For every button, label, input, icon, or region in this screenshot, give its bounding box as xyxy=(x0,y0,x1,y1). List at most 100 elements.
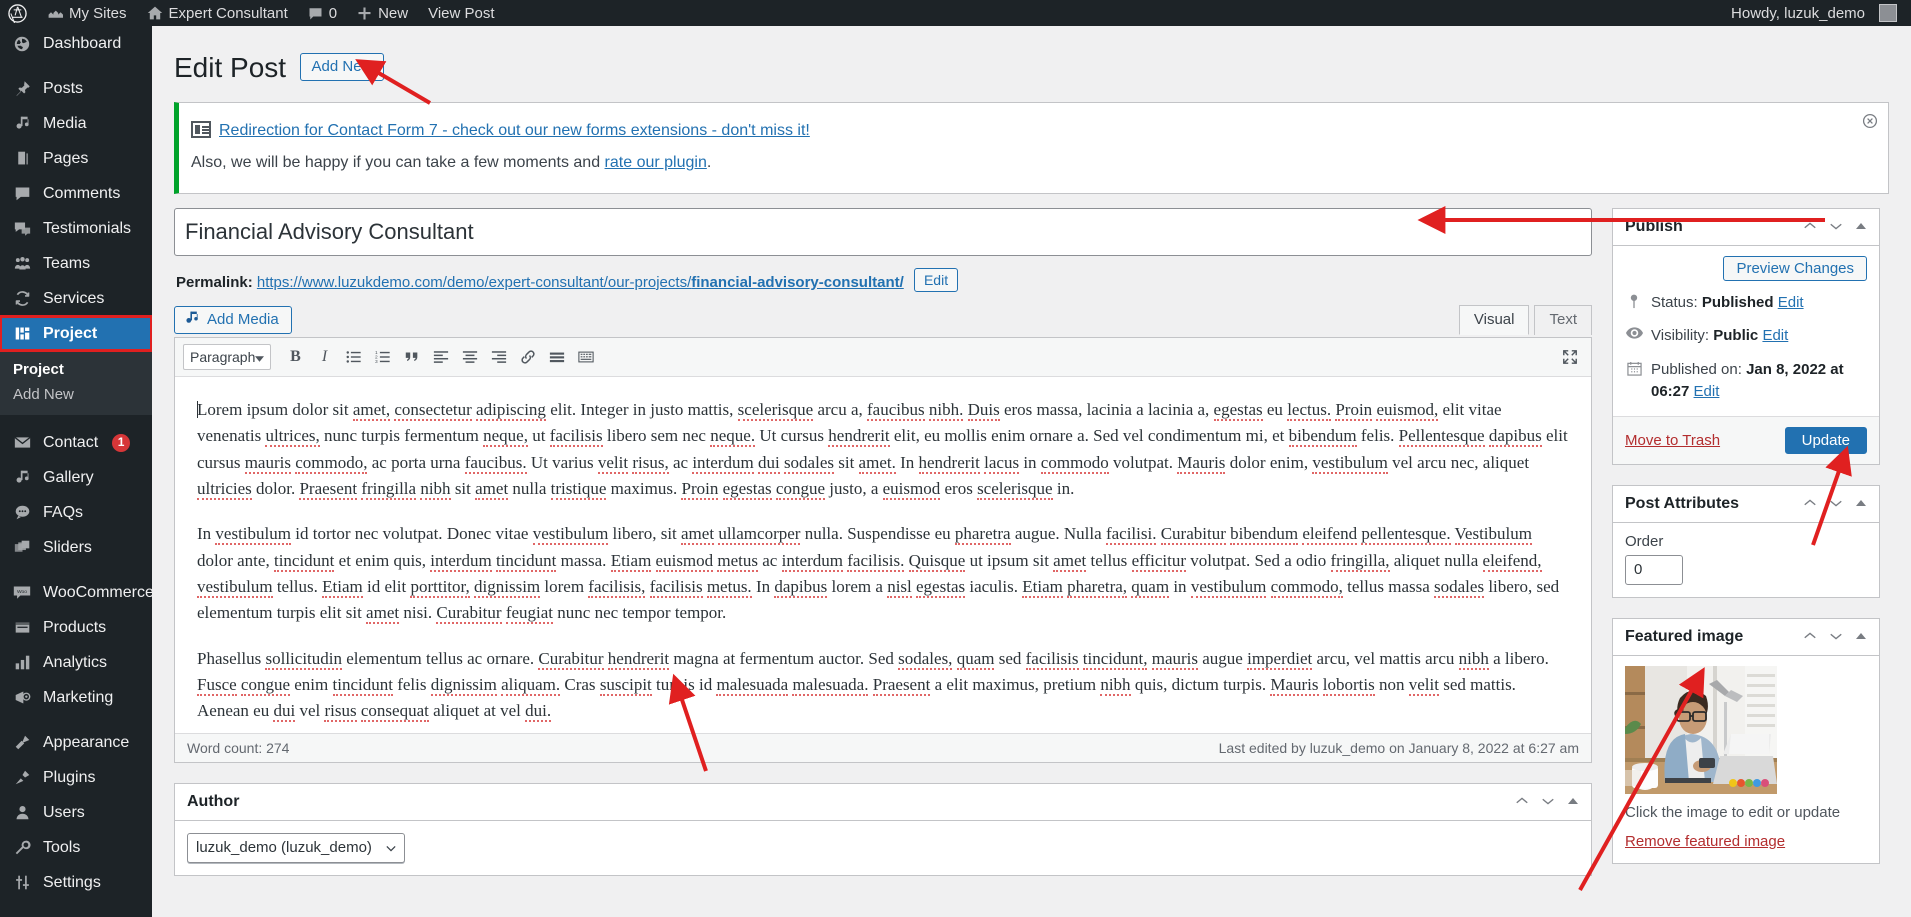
post-title-input[interactable] xyxy=(174,207,1592,256)
edit-permalink-button[interactable]: Edit xyxy=(913,267,959,292)
author-select-value: luzuk_demo (luzuk_demo) xyxy=(196,839,372,857)
sidebar-item-testimonials[interactable]: Testimonials xyxy=(0,211,152,246)
toolbar-toggle-icon[interactable] xyxy=(572,344,599,370)
toggle-panel-icon[interactable] xyxy=(1855,220,1867,234)
update-button[interactable]: Update xyxy=(1784,426,1867,454)
notice-link-extensions[interactable]: Redirection for Contact Form 7 - check o… xyxy=(219,122,810,139)
bold-icon[interactable]: B xyxy=(282,344,309,370)
publish-panel-header[interactable]: Publish xyxy=(1613,209,1879,246)
move-down-icon[interactable] xyxy=(1541,794,1555,810)
admin-bar-my-account[interactable]: Howdy, luzuk_demo xyxy=(1721,0,1907,26)
submenu-item-add-new[interactable]: Add New xyxy=(0,382,152,407)
admin-bar-item-view-post[interactable]: View Post xyxy=(418,0,504,26)
sidebar-item-marketing[interactable]: Marketing xyxy=(0,680,152,715)
preview-changes-button[interactable]: Preview Changes xyxy=(1723,255,1867,281)
move-to-trash-link[interactable]: Move to Trash xyxy=(1625,432,1720,449)
author-metabox-header[interactable]: Author xyxy=(175,784,1591,821)
pin-icon xyxy=(11,79,33,99)
toggle-panel-icon[interactable] xyxy=(1855,497,1867,511)
sidebar-item-sliders[interactable]: Sliders xyxy=(0,530,152,565)
add-new-button[interactable]: Add New xyxy=(299,53,385,81)
toggle-panel-icon[interactable] xyxy=(1855,630,1867,644)
blockquote-icon[interactable] xyxy=(398,344,425,370)
misspelled-word: dignissim xyxy=(474,577,541,599)
sidebar-item-settings[interactable]: Settings xyxy=(0,865,152,900)
published-label: Published on: xyxy=(1651,360,1742,378)
sidebar-item-posts[interactable]: Posts xyxy=(0,71,152,106)
sidebar-item-gallery[interactable]: Gallery xyxy=(0,460,152,495)
numbered-list-icon[interactable]: 123 xyxy=(369,344,396,370)
sidebar-item-pages[interactable]: Pages xyxy=(0,141,152,176)
remove-featured-image-link[interactable]: Remove featured image xyxy=(1625,833,1785,850)
tab-visual[interactable]: Visual xyxy=(1458,304,1530,335)
misspelled-word: ultrices, xyxy=(265,426,320,448)
misspelled-word: metus. xyxy=(706,577,752,599)
post-attributes-header[interactable]: Post Attributes xyxy=(1613,486,1879,523)
services-icon xyxy=(11,289,33,309)
my-sites-icon xyxy=(47,5,63,21)
sidebar-item-products[interactable]: Products xyxy=(0,610,152,645)
submenu-item-project[interactable]: Project xyxy=(0,357,152,382)
dismiss-notice-button[interactable] xyxy=(1858,109,1882,133)
tab-text[interactable]: Text xyxy=(1534,304,1592,335)
page-title: Edit Post xyxy=(174,52,287,83)
wordpress-logo-button[interactable] xyxy=(0,0,37,26)
author-select[interactable]: luzuk_demo (luzuk_demo) xyxy=(187,832,405,863)
misspelled-word: vestibulum xyxy=(1312,452,1388,474)
align-left-icon[interactable] xyxy=(427,344,454,370)
move-down-icon[interactable] xyxy=(1829,496,1843,512)
admin-bar-item-site-name[interactable]: Expert Consultant xyxy=(137,0,298,26)
sidebar-item-users[interactable]: Users xyxy=(0,795,152,830)
misspelled-word: amet xyxy=(366,603,400,625)
admin-bar-item-my-sites[interactable]: My Sites xyxy=(37,0,137,26)
sidebar-item-plugin-cart-bar[interactable]: Plugin Cart Bar xyxy=(0,910,152,917)
move-up-icon[interactable] xyxy=(1803,219,1817,235)
sidebar-item-media[interactable]: Media xyxy=(0,106,152,141)
move-down-icon[interactable] xyxy=(1829,219,1843,235)
misspelled-word: adipiscing xyxy=(476,399,546,421)
edit-visibility-link[interactable]: Edit xyxy=(1762,327,1788,344)
move-up-icon[interactable] xyxy=(1803,629,1817,645)
sidebar-item-faqs[interactable]: FAQs xyxy=(0,495,152,530)
misspelled-word: fringilla xyxy=(361,479,417,500)
sidebar-item-comments[interactable]: Comments xyxy=(0,176,152,211)
edit-published-link[interactable]: Edit xyxy=(1694,383,1720,400)
move-up-icon[interactable] xyxy=(1803,496,1817,512)
link-icon[interactable] xyxy=(514,344,541,370)
move-up-icon[interactable] xyxy=(1515,794,1529,810)
misspelled-word: sodales xyxy=(783,452,834,474)
order-input[interactable] xyxy=(1625,554,1683,585)
toggle-panel-icon[interactable] xyxy=(1567,795,1579,809)
sidebar-item-label: Sliders xyxy=(43,538,92,556)
fullscreen-icon[interactable] xyxy=(1556,344,1583,370)
featured-image-thumbnail[interactable] xyxy=(1625,665,1777,794)
sidebar-item-tools[interactable]: Tools xyxy=(0,830,152,865)
admin-bar-item-new[interactable]: New xyxy=(347,0,418,26)
sidebar-item-appearance[interactable]: Appearance xyxy=(0,725,152,760)
add-media-button[interactable]: Add Media xyxy=(174,305,292,334)
sidebar-item-teams[interactable]: Teams xyxy=(0,246,152,281)
sidebar-item-woocommerce[interactable]: Woo WooCommerce xyxy=(0,575,152,610)
sidebar-item-services[interactable]: Services xyxy=(0,281,152,316)
paragraph-format-select[interactable]: Paragraph xyxy=(183,343,271,370)
analytics-icon xyxy=(11,653,33,673)
admin-bar-item-comments[interactable]: 0 xyxy=(298,0,347,26)
editor-content-area[interactable]: Lorem ipsum dolor sit amet, consectetur … xyxy=(175,377,1591,733)
sidebar-item-analytics[interactable]: Analytics xyxy=(0,645,152,680)
sidebar-item-project[interactable]: Project xyxy=(0,315,152,352)
sidebar-item-plugins[interactable]: Plugins xyxy=(0,760,152,795)
permalink-link[interactable]: https://www.luzukdemo.com/demo/expert-co… xyxy=(257,274,904,291)
sidebar-item-contact[interactable]: Contact 1 xyxy=(0,425,152,460)
sidebar-item-dashboard[interactable]: Dashboard xyxy=(0,26,152,61)
bulleted-list-icon[interactable] xyxy=(340,344,367,370)
featured-image-header[interactable]: Featured image xyxy=(1613,619,1879,656)
read-more-icon[interactable] xyxy=(543,344,570,370)
italic-icon[interactable]: I xyxy=(311,344,338,370)
align-right-icon[interactable] xyxy=(485,344,512,370)
notice-link-rate[interactable]: rate our plugin xyxy=(605,154,707,171)
marketing-icon xyxy=(11,688,33,708)
move-down-icon[interactable] xyxy=(1829,629,1843,645)
featured-image-caption: Click the image to edit or update xyxy=(1625,803,1841,821)
align-center-icon[interactable] xyxy=(456,344,483,370)
edit-status-link[interactable]: Edit xyxy=(1778,294,1804,311)
